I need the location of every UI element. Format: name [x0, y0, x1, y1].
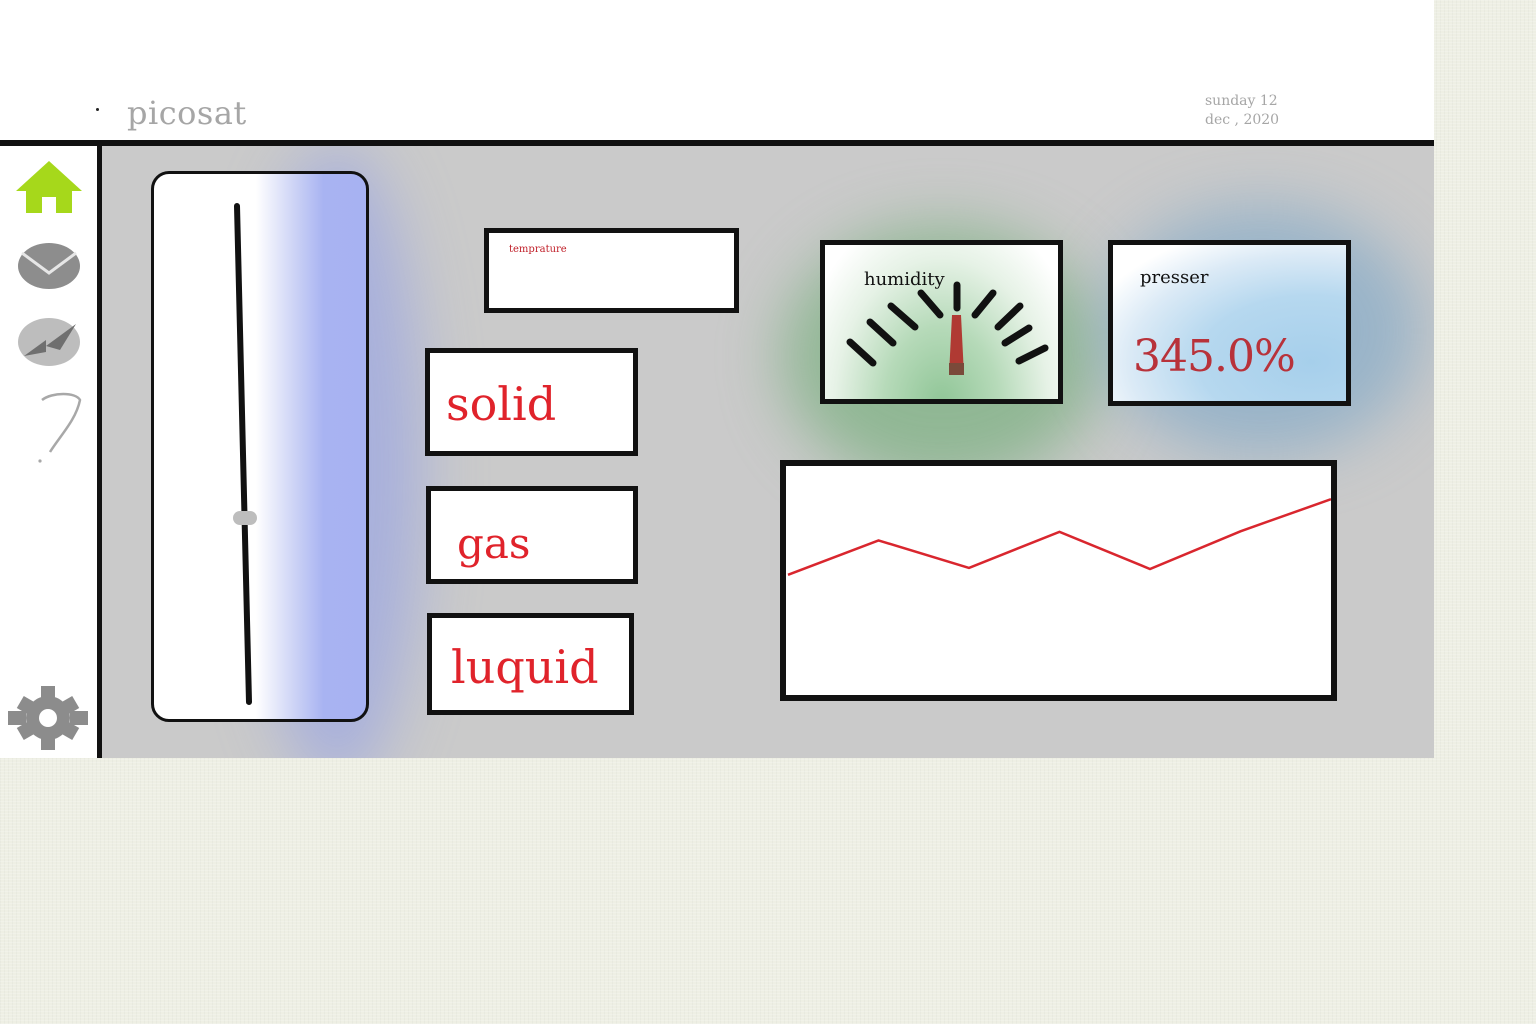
- solid-button[interactable]: solid: [425, 348, 638, 456]
- pressure-label: presser: [1140, 267, 1209, 288]
- home-icon[interactable]: [14, 159, 84, 215]
- chart-series-line: [787, 498, 1332, 576]
- gas-button[interactable]: gas: [426, 486, 638, 584]
- level-slider-card: [151, 171, 369, 722]
- liquid-label: luquid: [451, 640, 599, 694]
- pressure-value: 345.0%: [1133, 331, 1296, 382]
- temperature-label: temprature: [509, 244, 567, 255]
- date-line-month-year: dec , 2020: [1205, 112, 1280, 128]
- gas-label: gas: [457, 519, 531, 568]
- humidity-dial: [846, 281, 1049, 375]
- slider-track[interactable]: [154, 174, 366, 719]
- sidebar: [0, 146, 98, 758]
- question-icon[interactable]: [30, 390, 86, 466]
- main-panel: temprature solid gas luquid humidity pre…: [102, 146, 1434, 758]
- app-title: picosat: [127, 94, 247, 132]
- app-window: picosat sunday 12 dec , 2020 temprature …: [0, 0, 1434, 758]
- temperature-box: temprature: [484, 228, 739, 313]
- line-chart-svg: [787, 498, 1332, 576]
- pressure-box: presser 345.0%: [1108, 240, 1351, 406]
- humidity-gauge: humidity: [820, 240, 1063, 404]
- slider-thumb[interactable]: [232, 511, 257, 526]
- gear-icon[interactable]: [6, 686, 90, 750]
- header-dot: [96, 108, 99, 111]
- date-line-day: sunday 12: [1205, 93, 1278, 109]
- compass-icon[interactable]: [16, 316, 82, 368]
- date-display: sunday 12 dec , 2020: [1205, 92, 1279, 130]
- solid-label: solid: [446, 377, 557, 431]
- line-chart: [780, 460, 1337, 701]
- liquid-button[interactable]: luquid: [427, 613, 634, 715]
- mail-icon[interactable]: [16, 241, 82, 291]
